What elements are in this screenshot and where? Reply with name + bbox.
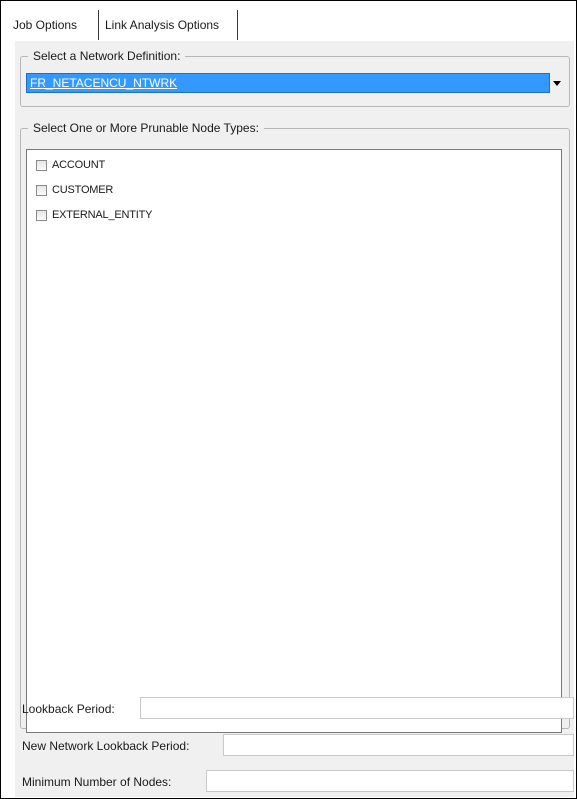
new-network-lookback-period-row: New Network Lookback Period: bbox=[15, 734, 574, 758]
lookback-period-row: Lookback Period: bbox=[15, 697, 574, 721]
network-definition-legend: Select a Network Definition: bbox=[33, 49, 181, 63]
network-definition-dropdown[interactable]: FR_NETACENCU_NTWRK bbox=[26, 73, 564, 93]
tab-job-options[interactable]: Job Options bbox=[7, 10, 99, 40]
account-checkbox[interactable] bbox=[36, 159, 47, 171]
tab-bar: Job Options Link Analysis Options bbox=[1, 1, 576, 41]
customer-label: CUSTOMER bbox=[52, 184, 114, 196]
minimum-number-of-nodes-row: Minimum Number of Nodes: bbox=[15, 770, 574, 794]
node-type-customer[interactable]: CUSTOMER bbox=[36, 182, 113, 198]
node-type-account[interactable]: ACCOUNT bbox=[36, 157, 105, 173]
network-definition-group: Select a Network Definition: FR_NETACENC… bbox=[20, 49, 570, 107]
external-entity-checkbox[interactable] bbox=[36, 209, 47, 221]
node-type-external-entity[interactable]: EXTERNAL_ENTITY bbox=[36, 207, 153, 223]
prunable-node-types-group: Select One or More Prunable Node Types: … bbox=[20, 121, 570, 733]
minimum-number-of-nodes-label: Minimum Number of Nodes: bbox=[22, 775, 172, 789]
chevron-down-icon[interactable] bbox=[550, 73, 564, 93]
window-frame: Job Options Link Analysis Options Select… bbox=[0, 0, 577, 799]
lookback-period-input[interactable] bbox=[140, 697, 574, 719]
tab-link-analysis-options[interactable]: Link Analysis Options bbox=[99, 10, 238, 40]
new-network-lookback-period-label: New Network Lookback Period: bbox=[22, 739, 190, 753]
account-label: ACCOUNT bbox=[52, 159, 105, 171]
options-panel: Select a Network Definition: FR_NETACENC… bbox=[15, 41, 574, 797]
network-definition-value: FR_NETACENCU_NTWRK bbox=[30, 76, 178, 90]
prunable-node-types-legend: Select One or More Prunable Node Types: bbox=[33, 121, 259, 135]
minimum-number-of-nodes-input[interactable] bbox=[206, 770, 574, 792]
external-entity-label: EXTERNAL_ENTITY bbox=[52, 209, 153, 221]
new-network-lookback-period-input[interactable] bbox=[223, 734, 574, 756]
node-types-listbox[interactable]: ACCOUNT CUSTOMER EXTERNAL_ENTITY bbox=[26, 149, 562, 733]
lookback-period-label: Lookback Period: bbox=[22, 702, 115, 716]
network-definition-select[interactable]: FR_NETACENCU_NTWRK bbox=[26, 73, 550, 93]
customer-checkbox[interactable] bbox=[36, 184, 47, 196]
